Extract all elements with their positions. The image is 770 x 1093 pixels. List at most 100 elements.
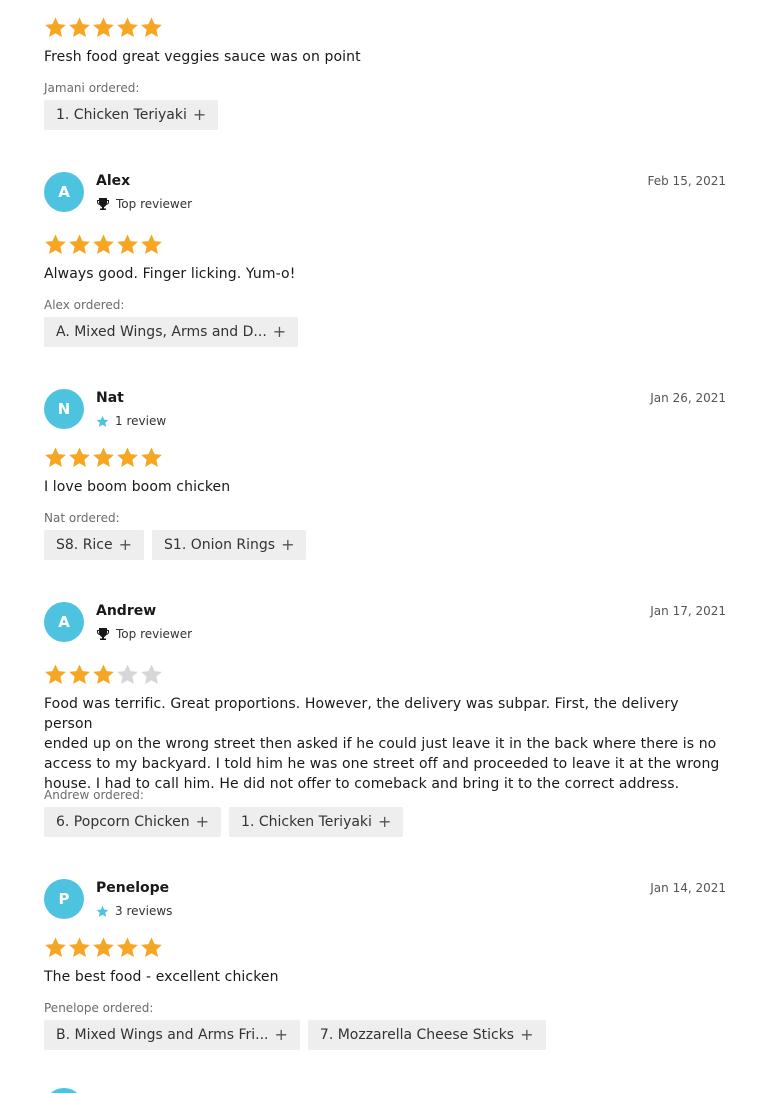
star-filled-icon	[93, 937, 114, 957]
plus-icon: +	[118, 535, 133, 554]
review-text-line: house. I had to call him. He did not off…	[44, 776, 680, 792]
badge-label: Top reviewer	[116, 197, 193, 211]
star-rating	[44, 446, 163, 470]
review-card: A Alex Top reviewer Feb 15, 2021 Always …	[44, 172, 726, 352]
star-rating	[44, 16, 163, 40]
ordered-item-chip[interactable]: 6. Popcorn Chicken +	[44, 807, 222, 837]
star-filled-icon	[117, 937, 138, 957]
ordered-item-chip[interactable]: 7. Mozzarella Cheese Sticks +	[307, 1020, 546, 1050]
ordered-label: Alex ordered:	[44, 298, 125, 312]
plus-icon: +	[520, 1025, 534, 1044]
review-text-line: ended up on the wrong street then asked …	[44, 736, 717, 752]
review-date: Jan 26, 2021	[650, 391, 726, 405]
ordered-items: B. Mixed Wings and Arms Fri... + 7. Mozz…	[44, 1020, 546, 1050]
avatar: P	[44, 879, 84, 919]
star-filled-icon	[45, 234, 66, 254]
review-card: P Penelope 3 reviews Jan 14, 2021 The be…	[44, 879, 726, 1059]
item-label: 7. Mozzarella Cheese Sticks	[319, 1027, 515, 1043]
ordered-item-chip[interactable]: B. Mixed Wings and Arms Fri... +	[44, 1020, 300, 1050]
review-text: Always good. Finger licking. Yum-o!	[44, 266, 296, 282]
reviewer-badge: Top reviewer	[96, 197, 192, 211]
star-filled-icon	[45, 17, 66, 37]
star-filled-icon	[141, 447, 162, 467]
review-text: Fresh food great veggies sauce was on po…	[44, 49, 361, 65]
ordered-item-chip[interactable]: A. Mixed Wings, Arms and D... +	[44, 317, 299, 347]
avatar: A	[44, 172, 84, 212]
badge-label: 3 reviews	[115, 904, 173, 918]
review-date: Jan 14, 2021	[650, 881, 726, 895]
avatar	[44, 1088, 84, 1093]
trophy-icon	[97, 198, 109, 210]
star-filled-icon	[93, 234, 114, 254]
reviewer-name[interactable]: Penelope	[96, 880, 169, 896]
star-filled-icon	[117, 234, 138, 254]
star-filled-icon	[45, 937, 66, 957]
star-filled-icon	[69, 937, 90, 957]
reviewer-name[interactable]: Nat	[96, 390, 124, 406]
plus-icon: +	[192, 105, 207, 124]
item-label: S8. Rice	[56, 537, 113, 553]
review-text-line: Food was terrific. Great proportions. Ho…	[44, 696, 679, 732]
star-rating	[44, 233, 163, 257]
ordered-label: Andrew ordered:	[44, 788, 144, 802]
ordered-item-chip[interactable]: S1. Onion Rings +	[152, 530, 307, 560]
plus-icon: +	[281, 535, 295, 554]
star-filled-icon	[93, 447, 114, 467]
review-text: I love boom boom chicken	[44, 479, 231, 495]
star-filled-icon	[69, 17, 90, 37]
ordered-label: Jamani ordered:	[44, 81, 140, 95]
ordered-items: 1. Chicken Teriyaki +	[44, 100, 219, 130]
review-date: Feb 15, 2021	[647, 174, 727, 188]
plus-icon: +	[377, 812, 392, 831]
star-filled-icon	[141, 17, 162, 37]
review-date: Jan 17, 2021	[650, 604, 726, 618]
star-filled-icon	[69, 447, 90, 467]
reviewer-badge: Top reviewer	[96, 627, 192, 641]
star-filled-icon	[117, 447, 138, 467]
star-filled-icon	[45, 664, 66, 684]
item-label: 6. Popcorn Chicken	[56, 814, 190, 830]
trophy-icon	[97, 628, 109, 640]
star-icon	[96, 415, 109, 427]
star-filled-icon	[141, 937, 162, 957]
star-filled-icon	[45, 447, 66, 467]
reviewer-badge: 3 reviews	[96, 904, 172, 918]
ordered-label: Penelope ordered:	[44, 1001, 154, 1015]
ordered-items: 6. Popcorn Chicken + 1. Chicken Teriyaki…	[44, 807, 404, 837]
reviewer-name[interactable]: Andrew	[96, 603, 156, 619]
review-card: Fresh food great veggies sauce was on po…	[44, 0, 724, 140]
review-card: N Nat 1 review Jan 26, 2021 I love boom …	[44, 389, 726, 569]
ordered-item-chip[interactable]: 1. Chicken Teriyaki +	[229, 807, 404, 837]
ordered-items: A. Mixed Wings, Arms and D... +	[44, 317, 299, 347]
reviewer-badge: 1 review	[96, 414, 166, 428]
item-label: S1. Onion Rings	[164, 537, 276, 553]
badge-label: 1 review	[115, 414, 167, 428]
review-text: The best food - excellent chicken	[44, 969, 279, 985]
avatar: A	[44, 602, 84, 642]
review-text-line: access to my backyard. I told him he was…	[44, 756, 720, 772]
item-label: B. Mixed Wings and Arms Fri...	[56, 1027, 269, 1043]
item-label: 1. Chicken Teriyaki	[56, 107, 187, 123]
star-filled-icon	[93, 664, 114, 684]
reviewer-name[interactable]: Alex	[96, 173, 130, 189]
plus-icon: +	[272, 322, 287, 341]
item-label: A. Mixed Wings, Arms and D...	[56, 324, 267, 340]
item-label: 1. Chicken Teriyaki	[241, 814, 372, 830]
star-filled-icon	[141, 234, 162, 254]
star-rating	[44, 936, 163, 960]
star-filled-icon	[117, 17, 138, 37]
ordered-item-chip[interactable]: S8. Rice +	[44, 530, 145, 560]
badge-label: Top reviewer	[116, 627, 193, 641]
star-filled-icon	[69, 234, 90, 254]
review-card: A Andrew Top reviewer Jan 17, 2021 Food …	[44, 602, 726, 842]
avatar: N	[44, 389, 84, 429]
review-text: Food was terrific. Great proportions. Ho…	[44, 694, 726, 794]
star-empty-icon	[141, 664, 162, 684]
ordered-items: S8. Rice + S1. Onion Rings +	[44, 530, 307, 560]
star-empty-icon	[117, 664, 138, 684]
star-icon	[96, 905, 109, 917]
ordered-item-chip[interactable]: 1. Chicken Teriyaki +	[44, 100, 219, 130]
plus-icon: +	[195, 812, 210, 831]
star-filled-icon	[69, 664, 90, 684]
plus-icon: +	[274, 1025, 288, 1044]
